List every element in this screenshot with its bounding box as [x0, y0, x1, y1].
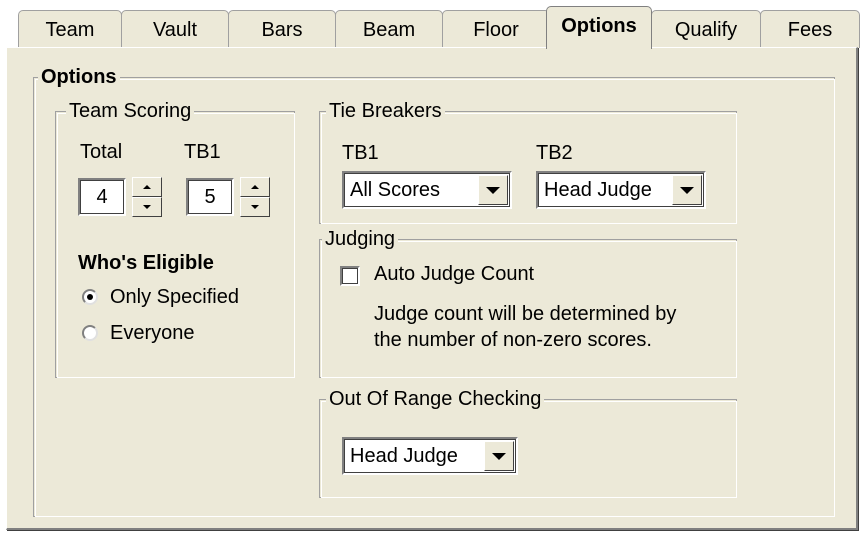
team-scoring-title: Team Scoring — [66, 99, 195, 123]
total-label: Total — [80, 141, 123, 163]
arrow-up-icon — [251, 185, 259, 189]
radio-only-specified[interactable] — [82, 289, 98, 305]
tab-label: Bars — [261, 19, 303, 41]
tab-label: Beam — [362, 19, 416, 41]
out-of-range-dropdown-button[interactable] — [484, 441, 514, 471]
tie-tb1-value: All Scores — [350, 179, 441, 201]
total-up-button[interactable] — [132, 177, 162, 197]
judging-group: Judging Auto Judge Count Judge count wil… — [319, 227, 737, 378]
tb1-down-button[interactable] — [240, 197, 270, 217]
judging-note-line2: the number of non-zero scores. — [374, 329, 652, 351]
radio-only-specified-label[interactable]: Only Specified — [110, 285, 239, 309]
arrow-up-icon — [143, 185, 151, 189]
tie-breakers-group: Tie Breakers TB1 TB2 All Scores Head Jud… — [319, 99, 737, 224]
arrow-down-icon — [143, 205, 151, 209]
out-of-range-title: Out Of Range Checking — [326, 387, 545, 411]
tab-label: Options — [561, 15, 637, 37]
out-of-range-group: Out Of Range Checking Head Judge — [319, 387, 737, 498]
tab-fees[interactable]: Fees — [760, 10, 860, 48]
out-of-range-value: Head Judge — [350, 445, 458, 467]
tab-bars[interactable]: Bars — [228, 10, 336, 48]
chevron-down-icon — [680, 186, 694, 194]
total-value: 4 — [96, 186, 108, 208]
tab-options[interactable]: Options — [546, 6, 652, 49]
tie-tb1-dropdown-button[interactable] — [478, 175, 508, 205]
tb1-up-button[interactable] — [240, 177, 270, 197]
tab-floor[interactable]: Floor — [442, 10, 550, 48]
tab-label: Vault — [152, 19, 198, 41]
tab-team[interactable]: Team — [18, 10, 122, 48]
tb1-input[interactable]: 5 — [186, 178, 234, 216]
tab-label: Floor — [473, 19, 519, 41]
arrow-down-icon — [251, 205, 259, 209]
tie-tb2-dropdown-button[interactable] — [672, 175, 702, 205]
tie-tb2-label: TB2 — [536, 142, 573, 164]
options-group-title: Options — [38, 65, 120, 89]
tb1-stepper[interactable] — [240, 177, 270, 217]
tab-label: Team — [45, 19, 95, 41]
who-eligible-heading: Who's Eligible — [78, 252, 214, 274]
judging-note-line1: Judge count will be determined by — [374, 303, 677, 325]
auto-judge-label[interactable]: Auto Judge Count — [374, 262, 534, 286]
out-of-range-select[interactable]: Head Judge — [342, 437, 518, 475]
options-panel: Options Team Scoring Total TB1 4 5 Who's… — [6, 47, 858, 530]
tab-label: Qualify — [674, 19, 738, 41]
radio-everyone-label[interactable]: Everyone — [110, 321, 195, 345]
tb1-label: TB1 — [184, 141, 221, 163]
radio-selected-dot — [87, 294, 93, 300]
total-stepper[interactable] — [132, 177, 162, 217]
team-scoring-group: Team Scoring Total TB1 4 5 Who's Eligibl… — [55, 99, 295, 378]
tie-tb2-value: Head Judge — [544, 179, 652, 201]
radio-everyone[interactable] — [82, 325, 98, 341]
chevron-down-icon — [492, 452, 506, 460]
chevron-down-icon — [486, 186, 500, 194]
tab-vault[interactable]: Vault — [121, 10, 229, 48]
auto-judge-checkbox[interactable] — [340, 266, 360, 286]
total-input[interactable]: 4 — [78, 178, 126, 216]
total-down-button[interactable] — [132, 197, 162, 217]
tab-label: Fees — [787, 19, 833, 41]
tie-tb1-label: TB1 — [342, 142, 379, 164]
tie-tb1-select[interactable]: All Scores — [342, 171, 512, 209]
tb1-value: 5 — [204, 186, 216, 208]
judging-title: Judging — [322, 227, 399, 251]
tie-tb2-select[interactable]: Head Judge — [536, 171, 706, 209]
tab-qualify[interactable]: Qualify — [651, 10, 761, 48]
tie-breakers-title: Tie Breakers — [326, 99, 445, 123]
tab-beam[interactable]: Beam — [335, 10, 443, 48]
